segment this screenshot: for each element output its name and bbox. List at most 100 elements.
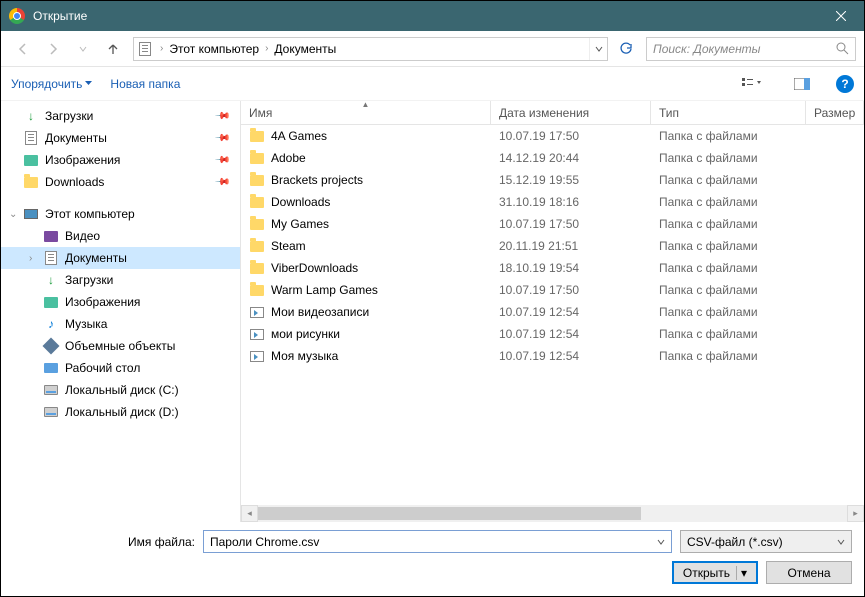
folder-icon [249,172,265,188]
folder-icon [249,326,265,342]
column-headers: ▲ Имя Дата изменения Тип Размер [241,101,864,125]
tree-label: Документы [65,251,127,265]
back-button[interactable] [9,35,37,63]
recent-dropdown[interactable] [69,35,97,63]
up-button[interactable] [99,35,127,63]
file-type: Папка с файлами [651,261,806,275]
filename-input[interactable]: Пароли Chrome.csv [203,530,672,553]
filename-label: Имя файла: [13,535,195,549]
tree-label: Локальный диск (C:) [65,383,179,397]
file-row[interactable]: Downloads 31.10.19 18:16 Папка с файлами [241,191,864,213]
pin-icon: 📌 [213,130,230,147]
file-row[interactable]: Adobe 14.12.19 20:44 Папка с файлами [241,147,864,169]
tree-item[interactable]: Видео [1,225,240,247]
tree-label: Видео [65,229,100,243]
file-row[interactable]: ViberDownloads 18.10.19 19:54 Папка с фа… [241,257,864,279]
file-row[interactable]: Warm Lamp Games 10.07.19 17:50 Папка с ф… [241,279,864,301]
breadcrumb-seg-pc[interactable]: Этот компьютер [167,42,261,56]
folder-icon [249,348,265,364]
tree-item-this-pc[interactable]: ⌄ Этот компьютер [1,203,240,225]
new-folder-button[interactable]: Новая папка [110,77,180,91]
file-row[interactable]: Мои видеозаписи 10.07.19 12:54 Папка с ф… [241,301,864,323]
chrome-icon [9,8,25,24]
organize-menu[interactable]: Упорядочить [11,77,92,91]
tree-item[interactable]: › Документы [1,247,240,269]
scroll-right-button[interactable]: ▸ [847,505,864,522]
search-box[interactable]: Поиск: Документы [646,37,856,61]
folder-icon [249,304,265,320]
scroll-thumb[interactable] [258,507,641,520]
footer: Имя файла: Пароли Chrome.csv CSV-файл (*… [1,522,864,596]
collapse-icon[interactable]: ⌄ [9,209,19,220]
expand-icon[interactable]: › [29,253,39,264]
tree-item[interactable]: ↓ Загрузки 📌 [1,105,240,127]
scroll-left-button[interactable]: ◂ [241,505,258,522]
col-header-type[interactable]: Тип [651,101,806,124]
breadcrumb-seg-docs[interactable]: Документы [272,42,338,56]
tree-item[interactable]: ♪ Музыка [1,313,240,335]
col-header-size[interactable]: Размер [806,101,864,124]
sidebar-tree[interactable]: ↓ Загрузки 📌 Документы 📌 Изображения 📌 D… [1,101,241,522]
tree-label: Загрузки [65,273,113,287]
file-date: 10.07.19 17:50 [491,129,651,143]
tree-item[interactable]: Локальный диск (D:) [1,401,240,423]
tree-item[interactable]: Рабочий стол [1,357,240,379]
open-split-icon[interactable]: ▾ [736,566,747,580]
breadcrumb-history-dropdown[interactable] [589,38,607,60]
tree-item[interactable]: Локальный диск (C:) [1,379,240,401]
refresh-button[interactable] [614,37,638,61]
cancel-button[interactable]: Отмена [766,561,852,584]
file-date: 10.07.19 17:50 [491,217,651,231]
file-date: 10.07.19 17:50 [491,283,651,297]
desk-icon [43,360,59,376]
file-name: Adobe [271,151,306,165]
tree-item[interactable]: Изображения 📌 [1,149,240,171]
preview-pane-button[interactable] [786,72,818,96]
file-row[interactable]: Brackets projects 15.12.19 19:55 Папка с… [241,169,864,191]
titlebar: Открытие [1,1,864,31]
disk-icon [43,382,59,398]
close-button[interactable] [818,1,864,31]
folder-icon [249,150,265,166]
file-type: Папка с файлами [651,305,806,319]
file-row[interactable]: Моя музыка 10.07.19 12:54 Папка с файлам… [241,345,864,367]
tree-item[interactable]: Изображения [1,291,240,313]
file-type: Папка с файлами [651,327,806,341]
computer-icon [23,206,39,222]
open-button[interactable]: Открыть ▾ [672,561,758,584]
file-name: Мои видеозаписи [271,305,369,319]
col-header-date[interactable]: Дата изменения [491,101,651,124]
view-mode-button[interactable] [736,72,768,96]
file-date: 10.07.19 12:54 [491,305,651,319]
file-list-area: ▲ Имя Дата изменения Тип Размер 4A Games… [241,101,864,522]
file-name: Brackets projects [271,173,363,187]
file-type: Папка с файлами [651,173,806,187]
breadcrumb-bar[interactable]: › Этот компьютер › Документы [133,37,608,61]
pin-icon: 📌 [213,152,230,169]
help-button[interactable]: ? [836,75,854,93]
open-file-dialog: Открытие › Этот компьютер › Документы [0,0,865,597]
forward-button[interactable] [39,35,67,63]
file-date: 10.07.19 12:54 [491,349,651,363]
horizontal-scrollbar[interactable]: ◂ ▸ [241,505,864,522]
pin-icon: 📌 [213,108,230,125]
file-name: Warm Lamp Games [271,283,378,297]
file-list[interactable]: 4A Games 10.07.19 17:50 Папка с файлами … [241,125,864,505]
folder-icon [249,216,265,232]
tree-item[interactable]: Объемные объекты [1,335,240,357]
tree-item[interactable]: Downloads 📌 [1,171,240,193]
folder-icon [23,174,39,190]
filetype-select[interactable]: CSV-файл (*.csv) [680,530,852,553]
file-row[interactable]: Steam 20.11.19 21:51 Папка с файлами [241,235,864,257]
tree-item[interactable]: ↓ Загрузки [1,269,240,291]
file-row[interactable]: 4A Games 10.07.19 17:50 Папка с файлами [241,125,864,147]
chevron-down-icon [657,538,665,546]
file-type: Папка с файлами [651,283,806,297]
file-row[interactable]: мои рисунки 10.07.19 12:54 Папка с файла… [241,323,864,345]
file-name: My Games [271,217,329,231]
tree-item[interactable]: Документы 📌 [1,127,240,149]
file-row[interactable]: My Games 10.07.19 17:50 Папка с файлами [241,213,864,235]
col-header-name[interactable]: ▲ Имя [241,101,491,124]
file-date: 10.07.19 12:54 [491,327,651,341]
sort-asc-icon: ▲ [362,100,370,109]
